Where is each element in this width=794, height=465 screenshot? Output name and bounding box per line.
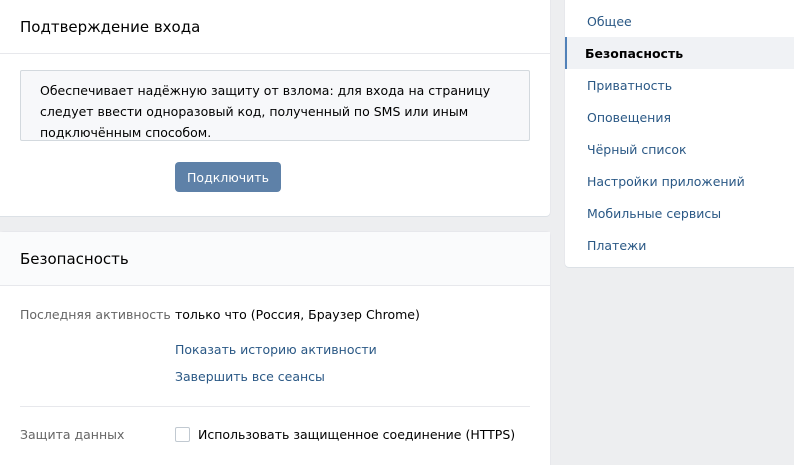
divider bbox=[20, 406, 530, 407]
last-activity-label: Последняя активность bbox=[20, 307, 171, 322]
https-checkbox[interactable] bbox=[175, 427, 190, 442]
data-protection-label: Защита данных bbox=[20, 427, 125, 442]
menu-item-1[interactable]: Безопасность bbox=[565, 37, 794, 69]
login-confirmation-card: Подтверждение входа Обеспечивает надёжну… bbox=[0, 0, 550, 216]
settings-menu: Общее Безопасность Приватность Оповещения Чё… bbox=[565, 0, 794, 267]
menu-item-0[interactable]: Общее bbox=[565, 5, 794, 37]
menu-item-7[interactable]: Платежи bbox=[565, 229, 794, 261]
connect-button[interactable]: Подключить bbox=[175, 162, 281, 192]
security-card: Безопасность Последняя активность только… bbox=[0, 232, 550, 465]
show-activity-history-link[interactable]: Показать историю активности bbox=[175, 342, 377, 357]
login-confirmation-title: Подтверждение входа bbox=[0, 0, 550, 54]
login-confirmation-description: Обеспечивает надёжную защиту от взлома: … bbox=[20, 70, 530, 141]
last-activity-value: только что (Россия, Браузер Chrome) bbox=[175, 307, 420, 322]
menu-item-2[interactable]: Приватность bbox=[565, 69, 794, 101]
security-title: Безопасность bbox=[0, 232, 550, 286]
menu-item-4[interactable]: Чёрный список bbox=[565, 133, 794, 165]
end-all-sessions-link[interactable]: Завершить все сеансы bbox=[175, 369, 325, 384]
menu-item-5[interactable]: Настройки приложений bbox=[565, 165, 794, 197]
https-checkbox-label[interactable]: Использовать защищенное соединение (HTTP… bbox=[198, 427, 515, 442]
menu-item-6[interactable]: Мобильные сервисы bbox=[565, 197, 794, 229]
menu-item-3[interactable]: Оповещения bbox=[565, 101, 794, 133]
